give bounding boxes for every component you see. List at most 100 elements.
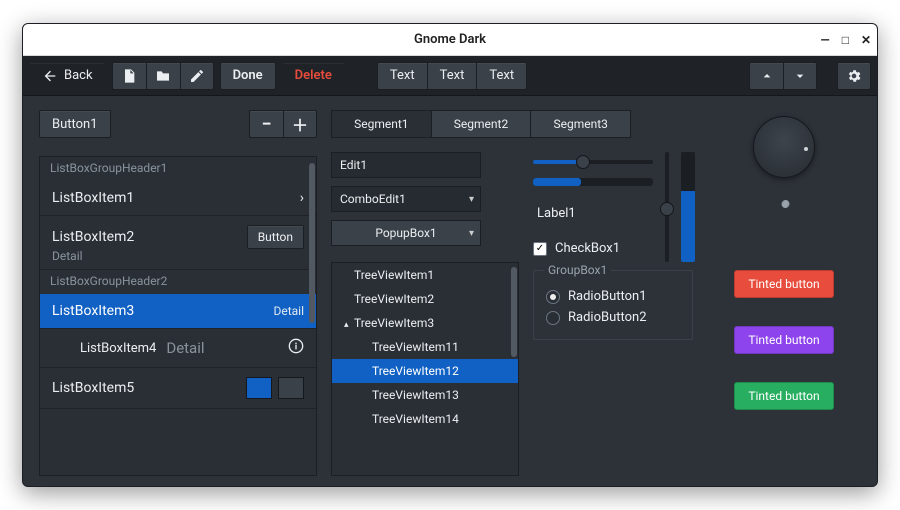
controls-column: Label1 ✓ CheckBox1 GroupBox1 RadioButton… — [533, 110, 693, 476]
progress-fill — [533, 178, 581, 186]
file-button-group — [112, 62, 214, 90]
knob[interactable] — [753, 116, 815, 178]
text-button-1[interactable]: Text — [377, 62, 427, 90]
listbox-item-detail: Detail — [273, 304, 304, 318]
document-button[interactable] — [112, 62, 146, 90]
groupbox-title: GroupBox1 — [544, 263, 611, 277]
listbox-item-label: ListBoxItem4 — [80, 341, 156, 356]
vertical-slider[interactable] — [665, 152, 669, 262]
listbox-item-2-button[interactable]: Button — [247, 225, 304, 249]
titlebar: Gnome Dark — □ ✕ — [23, 24, 877, 56]
tree-item[interactable]: TreeViewItem1 — [332, 263, 518, 287]
horizontal-slider[interactable] — [533, 160, 653, 164]
radio-2[interactable]: RadioButton2 — [546, 310, 680, 325]
window-controls: — □ ✕ — [821, 24, 871, 56]
tree-item[interactable]: TreeViewItem13 — [332, 383, 518, 407]
listbox-item-label: ListBoxItem1 — [52, 190, 134, 206]
edit-field[interactable]: Edit1 — [331, 152, 481, 178]
segment-1[interactable]: Segment1 — [331, 110, 432, 138]
radio-label: RadioButton2 — [568, 310, 647, 325]
document-icon — [121, 68, 137, 84]
down-button[interactable] — [783, 62, 817, 90]
tree-item[interactable]: TreeViewItem11 — [332, 335, 518, 359]
listbox-item-detail: Detail — [52, 249, 304, 263]
groupbox: GroupBox1 RadioButton1 RadioButton2 — [533, 270, 693, 340]
up-button[interactable] — [749, 62, 783, 90]
checkbox-mark-icon: ✓ — [533, 242, 547, 256]
swatch-2[interactable] — [278, 377, 304, 399]
back-label: Back — [64, 68, 93, 83]
back-button[interactable]: Back — [29, 62, 106, 90]
listbox-item-label: ListBoxItem5 — [52, 380, 134, 396]
chevron-down-icon — [792, 68, 808, 84]
listbox[interactable]: ListBoxGroupHeader1 ListBoxItem1 › ListB… — [39, 156, 317, 476]
level-bar — [681, 152, 695, 262]
listbox-item-detail: Detail — [166, 339, 204, 357]
listbox-item-1[interactable]: ListBoxItem1 › — [40, 181, 316, 216]
tree-item-expandable[interactable]: ▴TreeViewItem3 — [332, 311, 518, 335]
listbox-group-header-1: ListBoxGroupHeader1 — [40, 157, 316, 181]
content: Button1 − ＋ ListBoxGroupHeader1 ListBoxI… — [23, 96, 877, 486]
listbox-item-4[interactable]: ListBoxItem4 Detail — [40, 329, 316, 368]
listbox-group-header-2: ListBoxGroupHeader2 — [40, 270, 316, 294]
listbox-item-3[interactable]: ListBoxItem3 Detail — [40, 294, 316, 329]
tinted-button-green[interactable]: Tinted button — [734, 382, 834, 410]
listbox-item-2[interactable]: ListBoxItem2 Button Detail — [40, 216, 316, 270]
folder-button[interactable] — [146, 62, 180, 90]
vertical-controls — [665, 152, 695, 262]
window: Gnome Dark — □ ✕ Back Done Delete Text — [22, 23, 878, 487]
slider-thumb[interactable] — [576, 155, 590, 169]
slider-thumb[interactable] — [660, 202, 674, 216]
remove-button[interactable]: − — [249, 110, 283, 138]
swatch-1[interactable] — [246, 377, 272, 399]
updown-group — [749, 62, 817, 90]
pencil-icon — [189, 68, 205, 84]
text-button-3[interactable]: Text — [476, 62, 527, 90]
done-button[interactable]: Done — [220, 62, 276, 90]
text-button-group: Text Text Text — [377, 62, 527, 90]
scrollbar-thumb[interactable] — [309, 163, 315, 323]
close-button[interactable]: ✕ — [861, 33, 871, 47]
popup-field[interactable]: PopupBox1 — [331, 220, 481, 246]
settings-button[interactable] — [837, 62, 871, 90]
folder-icon — [155, 68, 171, 84]
combo-value: ComboEdit1 — [340, 192, 406, 206]
tinted-button-violet[interactable]: Tinted button — [734, 326, 834, 354]
button1[interactable]: Button1 — [39, 110, 111, 138]
tree-item-selected[interactable]: TreeViewItem12 — [332, 359, 518, 383]
progress-bar — [533, 178, 653, 186]
minimize-button[interactable]: — — [821, 33, 830, 47]
triangle-down-icon: ▴ — [344, 320, 352, 330]
listbox-item-5[interactable]: ListBoxItem5 — [40, 368, 316, 409]
chevron-right-icon: › — [300, 190, 304, 206]
scrollbar-thumb[interactable] — [511, 267, 517, 357]
combo-field[interactable]: ComboEdit1 — [331, 186, 481, 212]
add-button[interactable]: ＋ — [283, 110, 317, 138]
tinted-button-red[interactable]: Tinted button — [734, 270, 834, 298]
treeview[interactable]: TreeViewItem1 TreeViewItem2 ▴TreeViewIte… — [331, 262, 519, 476]
right-column: Tinted button Tinted button Tinted butto… — [707, 110, 861, 476]
text-button-2[interactable]: Text — [427, 62, 477, 90]
segment-2[interactable]: Segment2 — [432, 110, 532, 138]
chevron-up-icon — [759, 68, 775, 84]
radio-label: RadioButton1 — [568, 289, 647, 304]
radio-1[interactable]: RadioButton1 — [546, 289, 680, 304]
info-icon[interactable] — [288, 338, 304, 358]
tree-item[interactable]: TreeViewItem2 — [332, 287, 518, 311]
scrollbar[interactable] — [308, 157, 316, 475]
delete-button[interactable]: Delete — [282, 62, 345, 90]
spinner — [770, 196, 798, 224]
window-title: Gnome Dark — [414, 32, 486, 47]
arrow-left-icon — [42, 68, 58, 84]
scrollbar[interactable] — [510, 263, 518, 475]
maximize-button[interactable]: □ — [842, 33, 849, 47]
listbox-item-label: ListBoxItem2 — [52, 229, 203, 245]
middle-column: Segment1 Segment2 Segment3 Edit1 ComboEd… — [331, 110, 519, 476]
gear-icon — [846, 68, 862, 84]
edit-button[interactable] — [180, 62, 214, 90]
popup-value: PopupBox1 — [375, 226, 436, 240]
listbox-item-label: ListBoxItem3 — [52, 303, 134, 319]
toolbar: Back Done Delete Text Text Text — [23, 56, 877, 96]
color-swatches — [246, 377, 304, 399]
tree-item[interactable]: TreeViewItem14 — [332, 407, 518, 431]
